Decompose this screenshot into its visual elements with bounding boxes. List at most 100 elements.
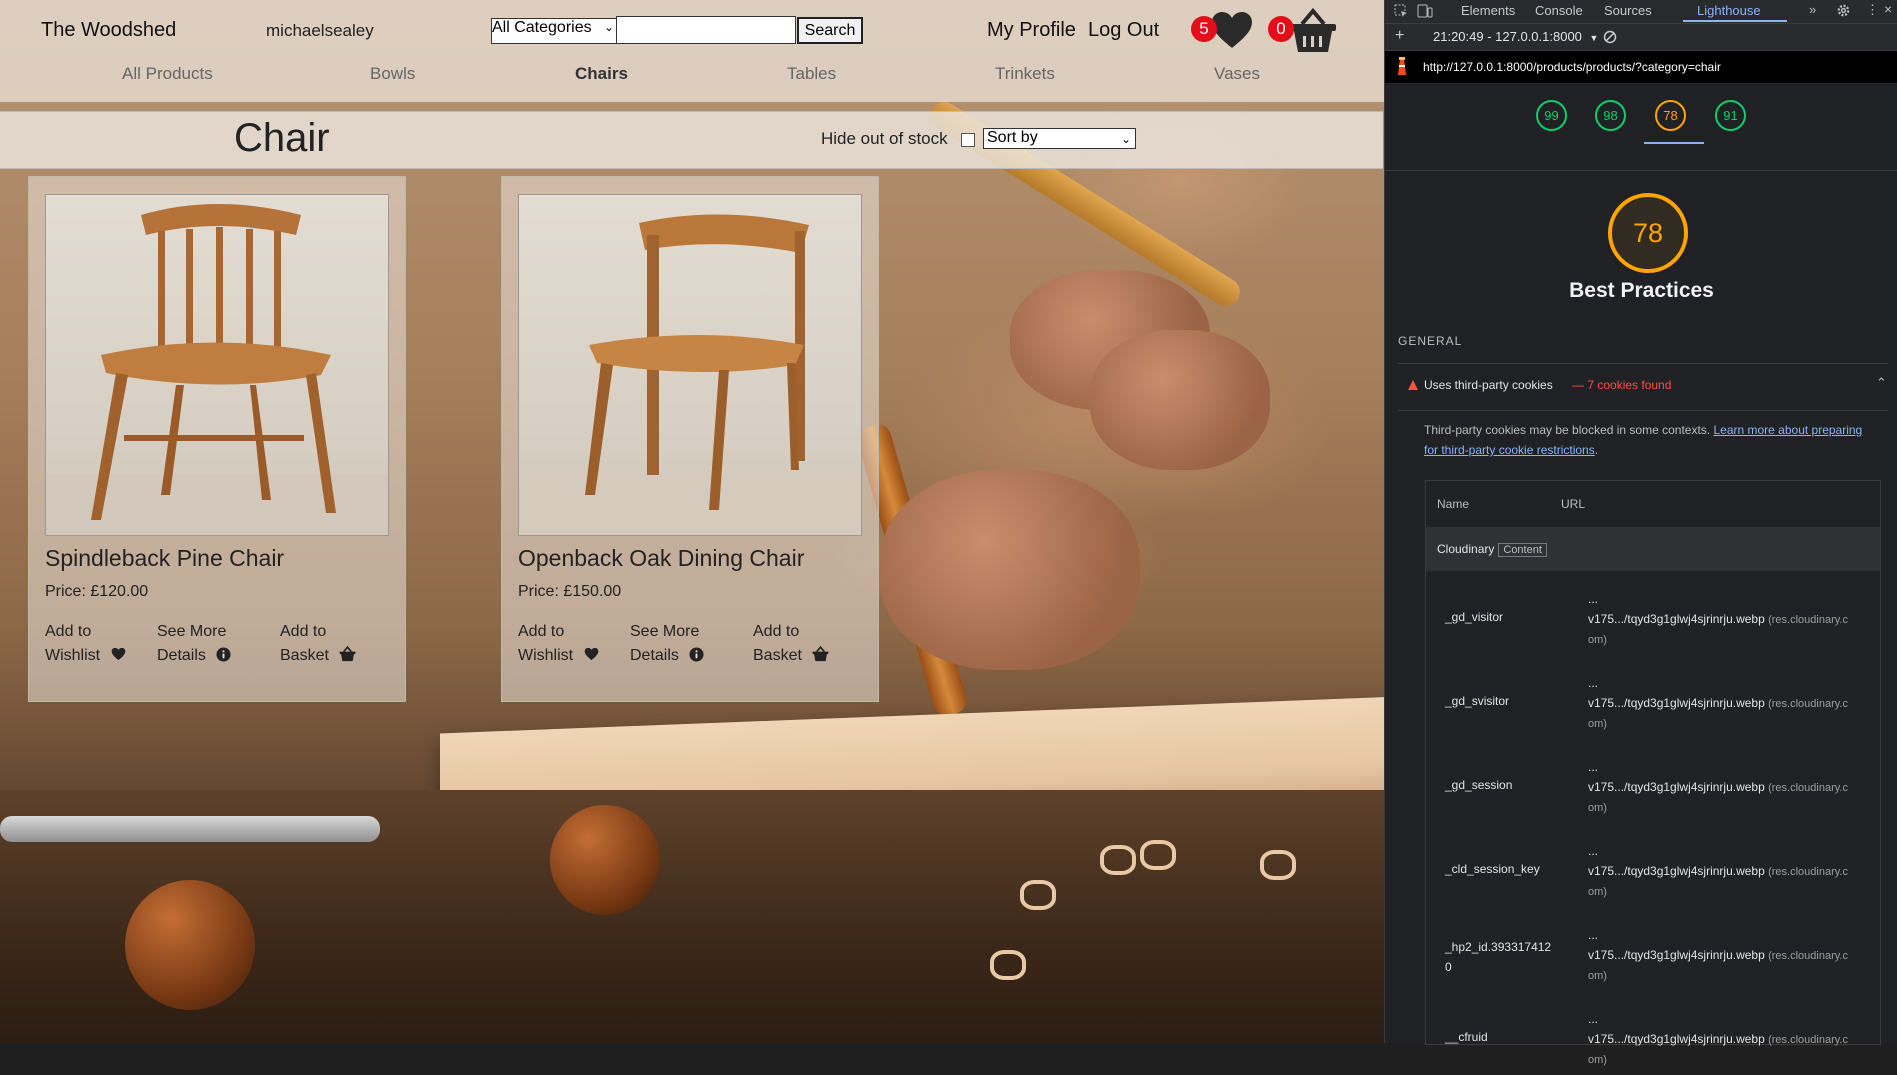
- table-header: Name URL: [1426, 481, 1880, 526]
- category-select[interactable]: All Categories ⌄: [491, 18, 617, 44]
- new-report-icon[interactable]: +: [1395, 27, 1404, 45]
- audited-url-bar: http://127.0.0.1:8000/products/products/…: [1385, 51, 1897, 83]
- plane-knob-image: [125, 880, 255, 1010]
- brand-logo[interactable]: The Woodshed: [41, 19, 176, 42]
- cookie-domain: (res.cloudinary.c: [1768, 950, 1848, 962]
- chevron-down-icon: ▼: [1589, 33, 1599, 43]
- score-performance[interactable]: 99: [1536, 100, 1567, 131]
- see-more-details-label: Details: [630, 647, 679, 664]
- clear-report-icon[interactable]: [1603, 30, 1617, 44]
- tab-console[interactable]: Console: [1535, 3, 1583, 18]
- report-select[interactable]: 21:20:49 - 127.0.0.1:8000 ▼: [1433, 29, 1598, 44]
- score-best-practices[interactable]: 78: [1655, 100, 1686, 131]
- clamp-image: [0, 816, 380, 842]
- report-select-value: 21:20:49 - 127.0.0.1:8000: [1433, 29, 1582, 44]
- cookie-url-ellipsis: ...: [1588, 928, 1599, 942]
- see-more-details-label: See More: [157, 623, 227, 640]
- product-image-spindleback-chair[interactable]: [45, 194, 389, 536]
- nav-chairs[interactable]: Chairs: [575, 64, 628, 84]
- section-heading: GENERAL: [1398, 334, 1463, 348]
- table-row: _hp2_id.3933174120 ... v175.../tqyd3g1glw…: [1426, 907, 1880, 991]
- cookie-domain: om): [1588, 1054, 1607, 1066]
- search-input[interactable]: [616, 16, 796, 44]
- wood-shaving: [990, 950, 1026, 980]
- product-name[interactable]: Spindleback Pine Chair: [45, 545, 284, 572]
- settings-gear-icon[interactable]: [1836, 3, 1851, 18]
- add-to-basket-label: Basket: [753, 647, 802, 664]
- product-image-openback-chair[interactable]: [518, 194, 862, 536]
- table-row: _gd_session ... v175.../tqyd3g1glwj4sjrin…: [1426, 739, 1880, 823]
- devtools-tabbar: Elements Console Sources Lighthouse » ⋮ …: [1385, 0, 1897, 24]
- device-toolbar-icon[interactable]: [1417, 4, 1433, 18]
- log-out-link[interactable]: Log Out: [1088, 19, 1159, 42]
- nav-trinkets[interactable]: Trinkets: [995, 64, 1055, 84]
- my-profile-link[interactable]: My Profile: [987, 19, 1076, 42]
- cookie-url[interactable]: v175.../tqyd3g1glwj4sjrinrju.webp: [1588, 696, 1765, 710]
- sort-by-select[interactable]: Sort by ⌄: [983, 128, 1136, 149]
- active-score-indicator: [1644, 142, 1704, 144]
- see-more-details-label: Details: [157, 647, 206, 664]
- cookie-url-ellipsis: ...: [1588, 1012, 1599, 1026]
- sort-by-value: Sort by: [987, 129, 1038, 146]
- add-to-wishlist-button[interactable]: Add to Wishlist: [45, 620, 126, 668]
- table-row: _cld_session_key ... v175.../tqyd3g1glwj4…: [1426, 823, 1880, 907]
- audit-description-text: Third-party cookies may be blocked in so…: [1424, 423, 1714, 437]
- search-button[interactable]: Search: [797, 17, 863, 44]
- nav-all-products[interactable]: All Products: [122, 64, 213, 84]
- cookie-url-ellipsis: ...: [1588, 844, 1599, 858]
- top-navbar: The Woodshed michaelsealey All Categorie…: [0, 0, 1384, 102]
- divider: [1398, 410, 1888, 411]
- page-title: Chair: [234, 116, 330, 160]
- hide-out-of-stock-label: Hide out of stock: [821, 129, 948, 148]
- entity-row: Cloudinary Content: [1426, 527, 1880, 571]
- hide-out-of-stock-checkbox[interactable]: [961, 133, 975, 147]
- chevron-down-icon: ⌄: [603, 20, 614, 34]
- heart-icon: [111, 647, 125, 661]
- add-to-basket-button[interactable]: Add to Basket: [280, 620, 356, 668]
- column-header-name: Name: [1437, 497, 1470, 511]
- entity-tag: Content: [1498, 543, 1547, 557]
- cookie-url[interactable]: v175.../tqyd3g1glwj4sjrinrju.webp: [1588, 948, 1765, 962]
- cookie-url[interactable]: v175.../tqyd3g1glwj4sjrinrju.webp: [1588, 780, 1765, 794]
- info-icon: [216, 647, 231, 662]
- inspect-element-icon[interactable]: [1394, 4, 1408, 18]
- tab-sources[interactable]: Sources: [1604, 3, 1652, 18]
- entity-name: Cloudinary: [1437, 542, 1495, 556]
- nav-bowls[interactable]: Bowls: [370, 64, 415, 84]
- cookie-domain: (res.cloudinary.c: [1768, 866, 1848, 878]
- divider: [1398, 363, 1888, 364]
- basket-icon[interactable]: [1288, 8, 1338, 54]
- nav-tables[interactable]: Tables: [787, 64, 836, 84]
- nav-vases[interactable]: Vases: [1214, 64, 1260, 84]
- score-seo[interactable]: 91: [1715, 100, 1746, 131]
- see-more-details-button[interactable]: See More Details: [630, 620, 704, 668]
- tab-lighthouse[interactable]: Lighthouse: [1697, 3, 1761, 18]
- add-to-wishlist-label: Wishlist: [518, 647, 574, 664]
- add-to-basket-button[interactable]: Add to Basket: [753, 620, 829, 668]
- table-row: _gd_visitor ... v175.../tqyd3g1glwj4sjrin…: [1426, 571, 1880, 655]
- listing-toolbar: Chair Hide out of stock Sort by ⌄: [0, 111, 1383, 169]
- chair-image: [519, 214, 861, 535]
- audited-url[interactable]: http://127.0.0.1:8000/products/products/…: [1423, 60, 1721, 74]
- wishlist-count-badge: 5: [1191, 16, 1217, 42]
- chevron-down-icon: ⌄: [1120, 132, 1131, 146]
- category-title: Best Practices: [1569, 279, 1714, 302]
- cookie-url[interactable]: v175.../tqyd3g1glwj4sjrinrju.webp: [1588, 864, 1765, 878]
- close-icon[interactable]: ×: [1884, 1, 1892, 17]
- cookie-name: _cld_session_key: [1445, 862, 1540, 876]
- add-to-wishlist-button[interactable]: Add to Wishlist: [518, 620, 599, 668]
- score-accessibility[interactable]: 98: [1595, 100, 1626, 131]
- product-price: Price: £150.00: [518, 583, 622, 600]
- cookie-url[interactable]: v175.../tqyd3g1glwj4sjrinrju.webp: [1588, 612, 1765, 626]
- cookie-url[interactable]: v175.../tqyd3g1glwj4sjrinrju.webp: [1588, 1032, 1765, 1046]
- see-more-details-button[interactable]: See More Details: [157, 620, 231, 668]
- category-select-value: All Categories: [492, 19, 592, 36]
- add-to-basket-label: Add to: [753, 623, 800, 640]
- add-to-wishlist-label: Add to: [518, 623, 565, 640]
- heart-icon: [584, 647, 598, 661]
- tab-elements[interactable]: Elements: [1461, 3, 1515, 18]
- more-tabs-icon[interactable]: »: [1809, 2, 1816, 17]
- product-name[interactable]: Openback Oak Dining Chair: [518, 545, 804, 572]
- more-options-icon[interactable]: ⋮: [1866, 2, 1879, 18]
- web-page: The Woodshed michaelsealey All Categorie…: [0, 0, 1384, 1043]
